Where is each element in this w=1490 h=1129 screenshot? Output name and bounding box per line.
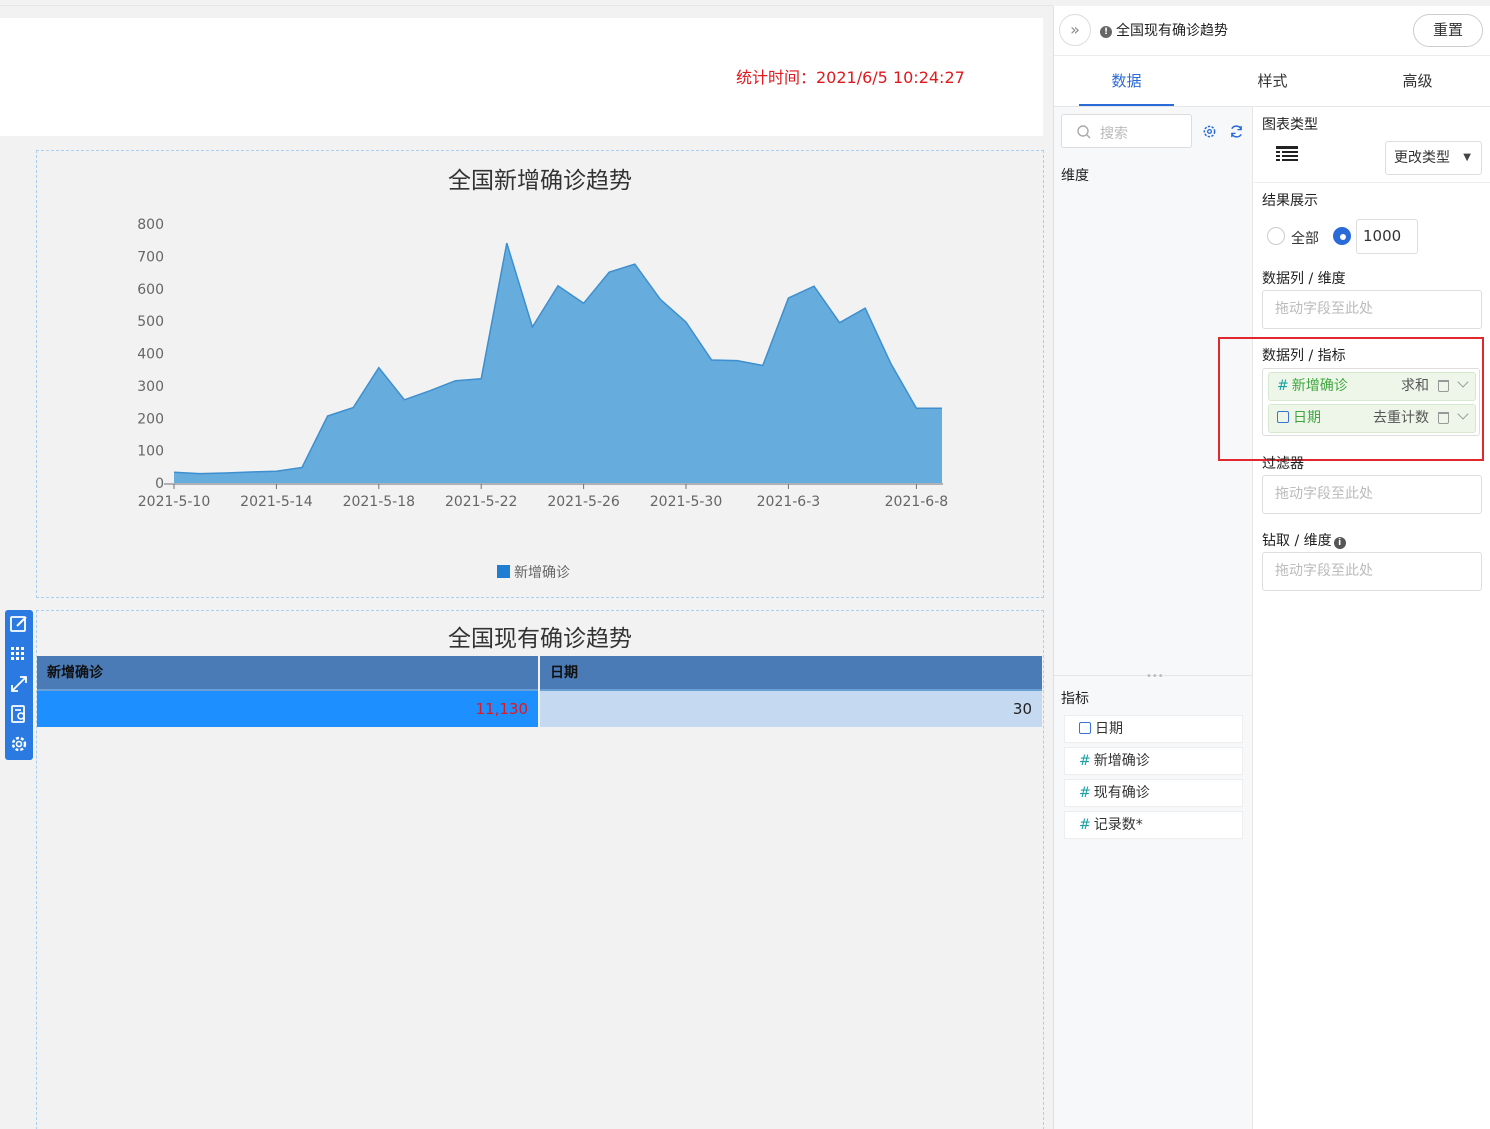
x-tick-label: 2021-5-30 xyxy=(650,494,722,510)
y-tick-label: 100 xyxy=(137,444,164,460)
config-divider xyxy=(1254,182,1490,183)
result-display-label: 结果展示 xyxy=(1262,193,1318,209)
x-tick-label: 2021-6-3 xyxy=(757,494,821,510)
info-icon: ! xyxy=(1100,26,1112,38)
field-label: 新增确诊 xyxy=(1093,753,1150,769)
field-label: 日期 xyxy=(1095,721,1123,737)
legend-swatch xyxy=(497,565,510,578)
table-chart-icon xyxy=(1276,146,1298,161)
y-tick-label: 600 xyxy=(137,282,164,298)
x-tick-label: 2021-5-10 xyxy=(138,494,210,510)
drill-dropzone[interactable]: 拖动字段至此处 xyxy=(1262,552,1482,591)
gear-icon[interactable] xyxy=(9,734,29,754)
x-tick-label: 2021-5-26 xyxy=(547,494,620,510)
dimension-measure-splitter[interactable]: ••• xyxy=(1054,672,1253,682)
sidebar-title-text: 全国现有确诊趋势 xyxy=(1116,23,1228,39)
field-item-record-count[interactable]: # 记录数* xyxy=(1064,811,1243,839)
dimension-label: 维度 xyxy=(1061,168,1089,184)
settings-icon[interactable] xyxy=(1202,124,1217,139)
field-search-input[interactable]: 搜索 xyxy=(1061,114,1192,148)
sidebar-title: ! 全国现有确诊趋势 xyxy=(1100,20,1228,40)
column-dimension-label: 数据列 / 维度 xyxy=(1262,271,1346,287)
number-icon: # xyxy=(1079,817,1091,833)
change-type-dropdown[interactable]: 更改类型 ▼ xyxy=(1385,141,1482,175)
field-item-new-cases[interactable]: # 新增确诊 xyxy=(1064,747,1243,775)
filter-dropzone[interactable]: 拖动字段至此处 xyxy=(1262,475,1482,514)
refresh-icon[interactable] xyxy=(1229,124,1244,139)
table-header-date[interactable]: 日期 xyxy=(540,656,1042,691)
tab-data[interactable]: 数据 xyxy=(1079,56,1174,106)
area-chart: 0 100 200 300 400 500 600 700 800 2021-5-10 2021-5… xyxy=(137,217,949,510)
x-tick-label: 2021-6-8 xyxy=(885,494,949,510)
info-icon[interactable]: i xyxy=(1333,537,1346,549)
field-label: 记录数* xyxy=(1093,817,1143,833)
highlight-annotation-box xyxy=(1218,337,1484,461)
area-series-new-cases[interactable] xyxy=(174,243,942,483)
x-tick-label: 2021-5-22 xyxy=(445,494,517,510)
search-placeholder: 搜索 xyxy=(1100,126,1128,142)
expand-icon[interactable] xyxy=(9,674,29,694)
x-tick-label: 2021-5-18 xyxy=(343,494,415,510)
tab-style[interactable]: 样式 xyxy=(1225,56,1320,106)
result-all-radio[interactable] xyxy=(1267,227,1285,245)
x-tick-label: 2021-5-14 xyxy=(240,494,313,510)
edit-icon[interactable] xyxy=(9,614,29,634)
drill-dimension-label: 钻取 / 维度 i xyxy=(1262,530,1346,550)
number-icon: # xyxy=(1079,753,1091,769)
calendar-icon xyxy=(1079,722,1091,734)
result-limit-radio[interactable] xyxy=(1333,227,1351,245)
table-cell-date: 30 xyxy=(540,691,1042,727)
field-item-current-cases[interactable]: # 现有确诊 xyxy=(1064,779,1243,807)
table-header-new-cases[interactable]: 新增确诊 xyxy=(37,656,538,691)
legend-label: 新增确诊 xyxy=(514,565,570,581)
result-limit-input[interactable]: 1000 xyxy=(1356,219,1418,254)
drill-label-text: 钻取 / 维度 xyxy=(1262,533,1332,549)
y-tick-label: 300 xyxy=(137,379,164,395)
column-dimension-dropzone[interactable]: 拖动字段至此处 xyxy=(1262,290,1482,329)
y-tick-label: 700 xyxy=(137,249,164,265)
y-tick-label: 400 xyxy=(137,347,164,363)
grid-icon[interactable] xyxy=(9,644,29,664)
floating-toolbar xyxy=(5,610,33,760)
field-list-column xyxy=(1054,107,1253,1129)
y-tick-label: 200 xyxy=(137,411,164,427)
table-cell-new-cases: 11,130 xyxy=(37,691,538,727)
reset-button[interactable]: 重置 xyxy=(1413,14,1483,47)
search-icon xyxy=(1077,125,1091,139)
table-chart-title: 全国现有确诊趋势 xyxy=(448,626,632,652)
chart-legend[interactable]: 新增确诊 xyxy=(497,562,570,582)
caret-down-icon: ▼ xyxy=(1463,152,1471,163)
tab-advanced[interactable]: 高级 xyxy=(1370,56,1465,106)
y-tick-label: 500 xyxy=(137,314,164,330)
view-data-icon[interactable] xyxy=(9,704,29,724)
filter-label: 过滤器 xyxy=(1262,456,1304,472)
result-all-label: 全部 xyxy=(1291,231,1319,247)
y-tick-label: 800 xyxy=(137,217,164,233)
change-type-label: 更改类型 xyxy=(1394,150,1450,166)
number-icon: # xyxy=(1079,785,1091,801)
field-label: 现有确诊 xyxy=(1093,785,1150,801)
y-tick-label: 0 xyxy=(155,476,164,492)
field-item-date[interactable]: 日期 xyxy=(1064,715,1243,743)
measure-label: 指标 xyxy=(1061,691,1089,707)
collapse-sidebar-button[interactable]: » xyxy=(1059,14,1091,46)
chart-type-label: 图表类型 xyxy=(1262,117,1318,133)
